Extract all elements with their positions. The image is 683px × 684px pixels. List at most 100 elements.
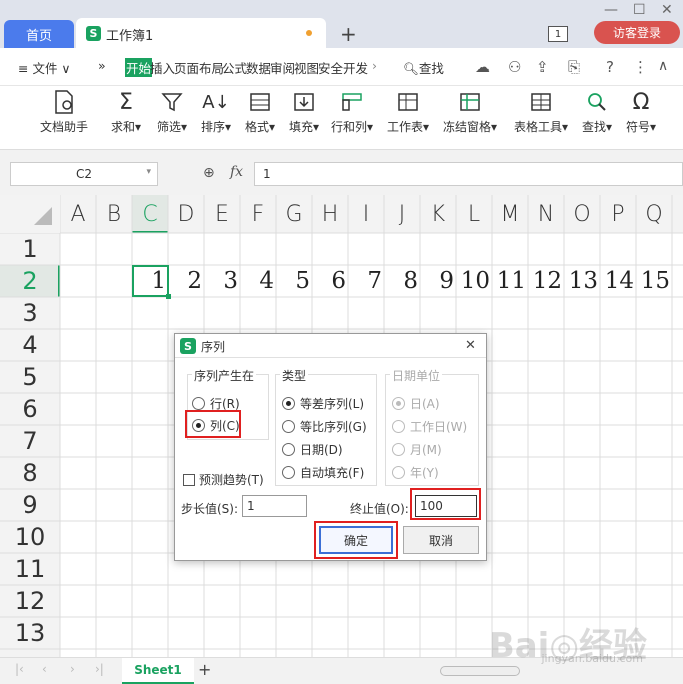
help-icon[interactable]: ?	[606, 58, 614, 76]
minimize-icon[interactable]: —	[604, 2, 618, 18]
row-col-button[interactable]: 行和列▾	[330, 86, 374, 146]
column-header-p[interactable]: P	[600, 195, 636, 233]
tab-view[interactable]: 视图	[294, 58, 319, 77]
column-header-q[interactable]: Q	[636, 195, 672, 233]
radio-autofill[interactable]: 自动填充(F)	[282, 464, 364, 481]
sheet-nav-first-icon[interactable]: |‹	[15, 662, 24, 676]
formula-input[interactable]: 1	[254, 162, 683, 186]
file-menu[interactable]: ≡ 文件 ∨	[18, 58, 71, 77]
column-header-b[interactable]: B	[96, 195, 132, 233]
cancel-button[interactable]: 取消	[403, 526, 479, 554]
more-options-icon[interactable]: ⋮	[633, 58, 648, 76]
radio-month[interactable]: 月(M)	[392, 441, 442, 458]
sort-button[interactable]: A↓ 排序▾	[198, 86, 234, 146]
column-header-l[interactable]: L	[456, 195, 492, 233]
cell-n2[interactable]: 12	[528, 265, 564, 297]
freeze-button[interactable]: 冻结窗格▾	[442, 86, 498, 146]
cell-g2[interactable]: 5	[276, 265, 312, 297]
fx-icon[interactable]: fx	[230, 164, 243, 180]
column-header-h[interactable]: H	[312, 195, 348, 233]
column-header-e[interactable]: E	[204, 195, 240, 233]
row-header-2[interactable]: 2	[0, 265, 60, 297]
sheet-nav-next-icon[interactable]: ›	[70, 662, 75, 676]
format-button[interactable]: 格式▾	[242, 86, 278, 146]
row-header-3[interactable]: 3	[0, 297, 60, 329]
select-all-corner[interactable]	[0, 195, 60, 233]
sum-button[interactable]: Σ 求和▾	[108, 86, 144, 146]
radio-year[interactable]: 年(Y)	[392, 464, 439, 481]
new-tab-button[interactable]: +	[340, 22, 357, 46]
tab-review[interactable]: 审阅	[270, 58, 295, 77]
cell-q2[interactable]: 15	[636, 265, 672, 297]
row-header-8[interactable]: 8	[0, 457, 60, 489]
cell-m2[interactable]: 11	[492, 265, 528, 297]
zoom-icon[interactable]: ⊕	[203, 165, 215, 181]
tab-insert[interactable]: 插入	[150, 58, 175, 77]
radio-arithmetic[interactable]: 等差序列(L)	[282, 395, 364, 412]
cell-j2[interactable]: 8	[384, 265, 420, 297]
chevron-down-icon[interactable]: ▾	[146, 167, 151, 177]
doc-assistant-button[interactable]: 文档助手	[40, 86, 88, 146]
table-tools-button[interactable]: 表格工具▾	[510, 86, 572, 146]
row-header-5[interactable]: 5	[0, 361, 60, 393]
cell-l2[interactable]: 10	[456, 265, 492, 297]
column-header-d[interactable]: D	[168, 195, 204, 233]
row-header-11[interactable]: 11	[0, 553, 60, 585]
history-icon[interactable]: ⎘	[568, 58, 580, 76]
tab-start[interactable]: 开始	[125, 58, 153, 77]
add-sheet-button[interactable]: +	[198, 660, 211, 679]
column-header-m[interactable]: M	[492, 195, 528, 233]
cell-p2[interactable]: 14	[600, 265, 636, 297]
cell-e2[interactable]: 3	[204, 265, 240, 297]
row-header-1[interactable]: 1	[0, 233, 60, 265]
column-header-c[interactable]: C	[132, 195, 168, 233]
row-header-9[interactable]: 9	[0, 489, 60, 521]
filter-button[interactable]: 筛选▾	[154, 86, 190, 146]
radio-day[interactable]: 日(A)	[392, 395, 440, 412]
fill-button[interactable]: 填充▾	[286, 86, 322, 146]
row-header-7[interactable]: 7	[0, 425, 60, 457]
search-button[interactable]: 🔍︎查找	[403, 58, 444, 77]
column-header-a[interactable]: A	[60, 195, 96, 233]
close-icon[interactable]: ✕	[661, 2, 673, 18]
more-icon[interactable]: »	[98, 58, 106, 73]
tab-home[interactable]: 首页	[4, 20, 74, 48]
share-icon[interactable]: ⇪	[536, 58, 549, 76]
radio-geometric[interactable]: 等比序列(G)	[282, 418, 367, 435]
radio-workday[interactable]: 工作日(W)	[392, 418, 467, 435]
trend-checkbox[interactable]: 预测趋势(T)	[183, 471, 264, 488]
tab-data[interactable]: 数据	[246, 58, 271, 77]
row-header-13[interactable]: 13	[0, 617, 60, 649]
column-header-k[interactable]: K	[420, 195, 456, 233]
column-header-o[interactable]: O	[564, 195, 600, 233]
step-input[interactable]: 1	[242, 495, 307, 517]
tab-page-layout[interactable]: 页面布局	[174, 58, 224, 77]
guest-login-button[interactable]: 访客登录	[594, 21, 680, 44]
symbol-button[interactable]: Ω 符号▾	[623, 86, 659, 146]
column-header-g[interactable]: G	[276, 195, 312, 233]
collapse-ribbon-icon[interactable]: ∧	[658, 58, 668, 74]
row-header-12[interactable]: 12	[0, 585, 60, 617]
cell-o2[interactable]: 13	[564, 265, 600, 297]
user-icon[interactable]: ⚇	[508, 58, 521, 76]
close-icon[interactable]: ✕	[465, 338, 476, 353]
row-header-4[interactable]: 4	[0, 329, 60, 361]
name-box[interactable]: C2 ▾	[10, 162, 158, 186]
sheet-nav-last-icon[interactable]: ›|	[95, 662, 104, 676]
tab-security[interactable]: 安全	[318, 58, 343, 77]
cell-i2[interactable]: 7	[348, 265, 384, 297]
column-header-f[interactable]: F	[240, 195, 276, 233]
cell-d2[interactable]: 2	[168, 265, 204, 297]
find-button[interactable]: 查找▾	[579, 86, 615, 146]
tab-developer[interactable]: 开发	[343, 58, 368, 77]
radio-date[interactable]: 日期(D)	[282, 441, 343, 458]
fill-handle[interactable]	[166, 294, 171, 299]
column-header-i[interactable]: I	[348, 195, 384, 233]
scroll-right-icon[interactable]: ›	[372, 58, 377, 73]
sheet-tab-sheet1[interactable]: Sheet1	[122, 658, 194, 684]
column-header-n[interactable]: N	[528, 195, 564, 233]
worksheet-button[interactable]: 工作表▾	[385, 86, 431, 146]
horizontal-scrollbar[interactable]	[440, 666, 520, 676]
tab-formula[interactable]: 公式	[222, 58, 247, 77]
sheet-nav-prev-icon[interactable]: ‹	[42, 662, 47, 676]
